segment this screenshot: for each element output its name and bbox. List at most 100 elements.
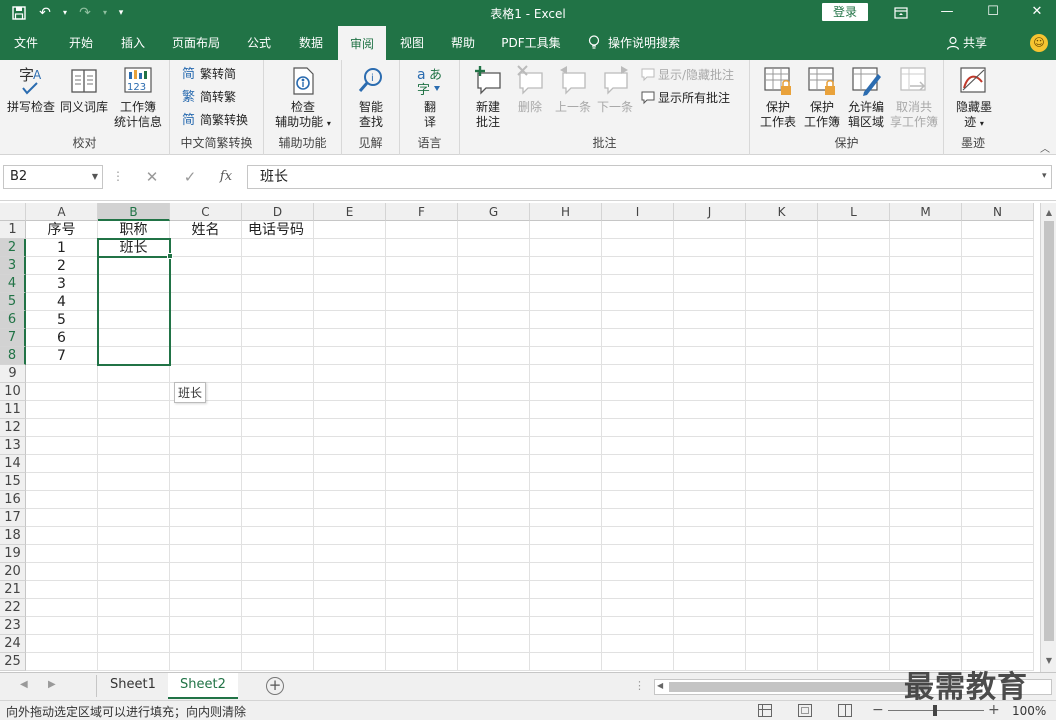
cell-n5[interactable] [962, 293, 1034, 311]
cell-i7[interactable] [602, 329, 674, 347]
cell-i4[interactable] [602, 275, 674, 293]
cell-l11[interactable] [818, 401, 890, 419]
cell-g17[interactable] [458, 509, 530, 527]
tab-pdf-tools[interactable]: PDF工具集 [494, 26, 568, 60]
cell-j4[interactable] [674, 275, 746, 293]
cell-k3[interactable] [746, 257, 818, 275]
cell-m5[interactable] [890, 293, 962, 311]
cell-f18[interactable] [386, 527, 458, 545]
cell-l14[interactable] [818, 455, 890, 473]
cell-m3[interactable] [890, 257, 962, 275]
cell-l10[interactable] [818, 383, 890, 401]
cell-k6[interactable] [746, 311, 818, 329]
cell-f24[interactable] [386, 635, 458, 653]
cell-l1[interactable] [818, 221, 890, 239]
cell-e7[interactable] [314, 329, 386, 347]
column-header-b[interactable]: B [98, 203, 170, 221]
cell-g14[interactable] [458, 455, 530, 473]
cell-c19[interactable] [170, 545, 242, 563]
column-header-j[interactable]: J [674, 203, 746, 221]
cell-k7[interactable] [746, 329, 818, 347]
cell-e3[interactable] [314, 257, 386, 275]
cell-n1[interactable] [962, 221, 1034, 239]
cell-i11[interactable] [602, 401, 674, 419]
cell-i18[interactable] [602, 527, 674, 545]
cell-j18[interactable] [674, 527, 746, 545]
row-header-18[interactable]: 18 [0, 527, 26, 545]
cell-d25[interactable] [242, 653, 314, 671]
cell-n10[interactable] [962, 383, 1034, 401]
row-header-11[interactable]: 11 [0, 401, 26, 419]
column-header-k[interactable]: K [746, 203, 818, 221]
cell-j9[interactable] [674, 365, 746, 383]
cell-d14[interactable] [242, 455, 314, 473]
cell-h8[interactable] [530, 347, 602, 365]
cell-m11[interactable] [890, 401, 962, 419]
cell-i12[interactable] [602, 419, 674, 437]
cell-d9[interactable] [242, 365, 314, 383]
cell-j16[interactable] [674, 491, 746, 509]
add-sheet-icon[interactable]: + [266, 677, 284, 695]
cell-c3[interactable] [170, 257, 242, 275]
cell-g10[interactable] [458, 383, 530, 401]
redo-dropdown-icon[interactable]: ▾ [100, 3, 110, 23]
cell-e18[interactable] [314, 527, 386, 545]
cell-m24[interactable] [890, 635, 962, 653]
chinese-conversion-button[interactable]: 简简繁转换 [182, 110, 248, 130]
tab-review[interactable]: 审阅 [338, 26, 386, 60]
tab-formulas[interactable]: 公式 [234, 26, 284, 60]
cell-k16[interactable] [746, 491, 818, 509]
cell-e17[interactable] [314, 509, 386, 527]
scroll-down-icon[interactable]: ▼ [1041, 653, 1056, 669]
cell-j17[interactable] [674, 509, 746, 527]
row-header-5[interactable]: 5 [0, 293, 26, 311]
cell-n12[interactable] [962, 419, 1034, 437]
cell-l9[interactable] [818, 365, 890, 383]
cell-a21[interactable] [26, 581, 98, 599]
cell-a9[interactable] [26, 365, 98, 383]
cell-i8[interactable] [602, 347, 674, 365]
cell-d6[interactable] [242, 311, 314, 329]
show-hide-comment-button[interactable]: 显示/隐藏批注 [640, 65, 734, 85]
row-header-15[interactable]: 15 [0, 473, 26, 491]
cell-h18[interactable] [530, 527, 602, 545]
cell-e10[interactable] [314, 383, 386, 401]
cell-f6[interactable] [386, 311, 458, 329]
cell-d3[interactable] [242, 257, 314, 275]
cell-k10[interactable] [746, 383, 818, 401]
cell-d20[interactable] [242, 563, 314, 581]
cell-l5[interactable] [818, 293, 890, 311]
cell-g18[interactable] [458, 527, 530, 545]
cell-k22[interactable] [746, 599, 818, 617]
cell-c23[interactable] [170, 617, 242, 635]
cell-k21[interactable] [746, 581, 818, 599]
cell-k8[interactable] [746, 347, 818, 365]
cell-b3[interactable] [98, 257, 170, 275]
cell-d24[interactable] [242, 635, 314, 653]
cell-m2[interactable] [890, 239, 962, 257]
cell-l13[interactable] [818, 437, 890, 455]
enter-icon[interactable]: ✓ [178, 165, 202, 189]
column-header-h[interactable]: H [530, 203, 602, 221]
cell-i25[interactable] [602, 653, 674, 671]
cell-c21[interactable] [170, 581, 242, 599]
cell-h1[interactable] [530, 221, 602, 239]
cell-m18[interactable] [890, 527, 962, 545]
cell-f11[interactable] [386, 401, 458, 419]
cell-n14[interactable] [962, 455, 1034, 473]
cell-m16[interactable] [890, 491, 962, 509]
zoom-level[interactable]: 100% [1012, 704, 1046, 718]
cell-c14[interactable] [170, 455, 242, 473]
cell-e24[interactable] [314, 635, 386, 653]
row-header-21[interactable]: 21 [0, 581, 26, 599]
cell-g6[interactable] [458, 311, 530, 329]
cell-n6[interactable] [962, 311, 1034, 329]
sheet-tab-sheet1[interactable]: Sheet1 [98, 673, 168, 699]
row-header-24[interactable]: 24 [0, 635, 26, 653]
cell-h19[interactable] [530, 545, 602, 563]
cell-i20[interactable] [602, 563, 674, 581]
cell-h25[interactable] [530, 653, 602, 671]
scroll-left-icon[interactable]: ◀ [657, 681, 663, 690]
cell-b10[interactable] [98, 383, 170, 401]
cell-m22[interactable] [890, 599, 962, 617]
